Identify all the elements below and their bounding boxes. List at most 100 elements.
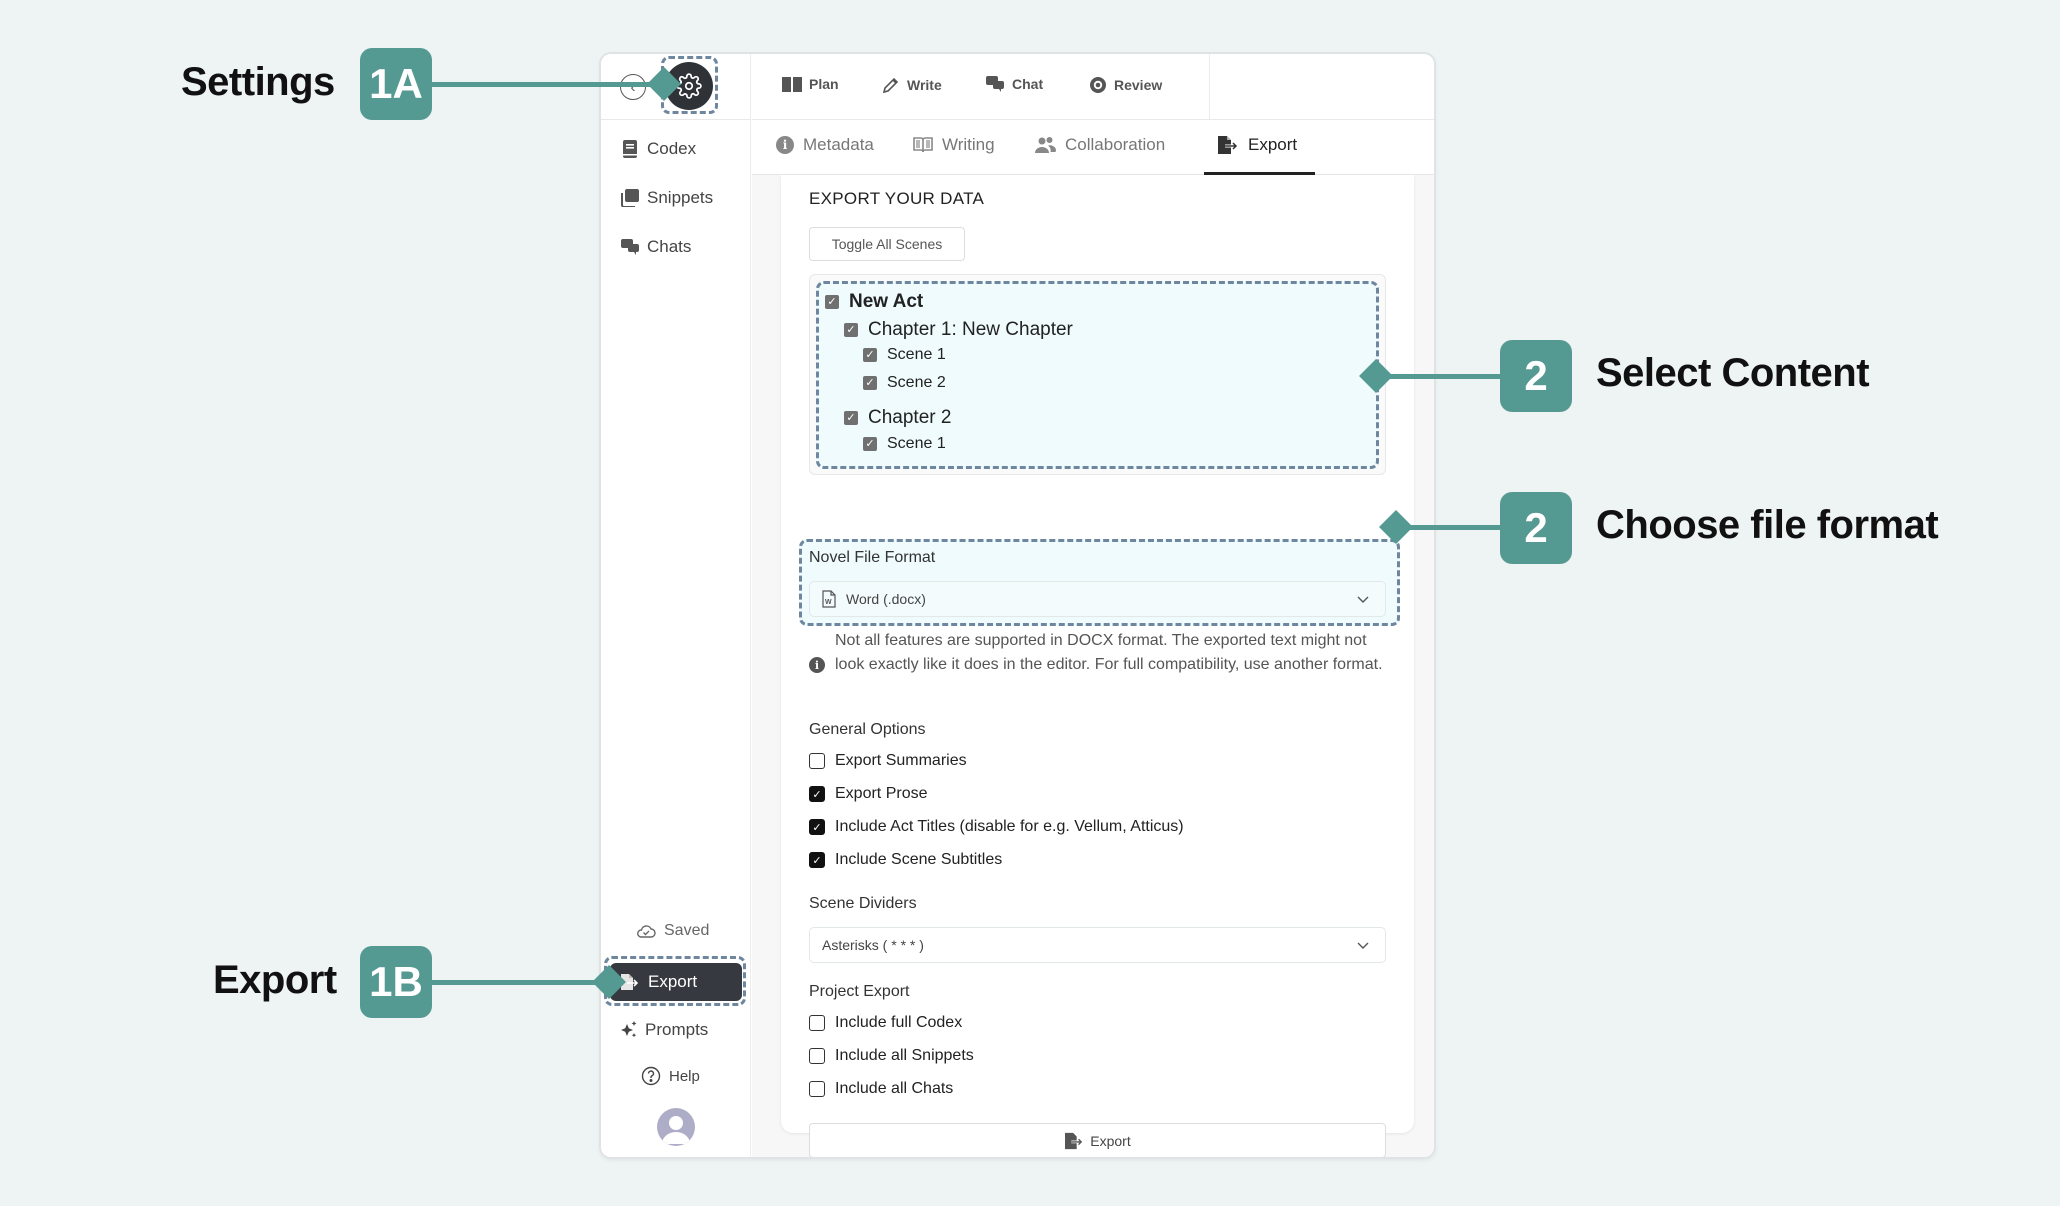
export-button[interactable]: Export — [809, 1123, 1386, 1157]
prompts-label: Prompts — [645, 1020, 709, 1039]
tab-metadata[interactable]: i Metadata — [776, 135, 874, 155]
checkbox-checked[interactable]: ✓ — [809, 786, 825, 802]
tab-collaboration-label: Collaboration — [1065, 135, 1166, 154]
checkbox[interactable] — [809, 1081, 825, 1097]
option-include-all-chats[interactable]: Include all Chats — [809, 1080, 953, 1098]
option-label: Include all Snippets — [835, 1047, 974, 1064]
saved-status: Saved — [636, 922, 709, 940]
tab-export-label: Export — [1248, 135, 1298, 154]
option-include-full-codex[interactable]: Include full Codex — [809, 1014, 962, 1032]
sidebar-item-chats[interactable]: Chats — [621, 234, 691, 260]
eye-icon — [1090, 77, 1106, 93]
option-label: Include Act Titles (disable for e.g. Vel… — [835, 818, 1184, 835]
scene-dividers-label: Scene Dividers — [809, 895, 917, 912]
option-label: Include all Chats — [835, 1080, 954, 1097]
book-open-icon — [782, 77, 802, 92]
file-export-icon — [1218, 136, 1239, 154]
general-options-label: General Options — [809, 721, 926, 738]
scene-dividers-value: Asterisks ( * * * ) — [822, 937, 924, 953]
chat-bubbles-icon — [986, 76, 1004, 92]
annotation-badge-1a: 1A — [360, 48, 432, 120]
tab-export[interactable]: Export — [1217, 135, 1297, 155]
nav-chat[interactable]: Chat — [985, 76, 1043, 92]
checkbox-checked-icon[interactable]: ✓ — [844, 323, 858, 337]
file-format-select[interactable]: W Word (.docx) — [809, 581, 1386, 617]
sidebar-item-label: Chats — [647, 237, 692, 256]
scene-dividers-select[interactable]: Asterisks ( * * * ) — [809, 927, 1386, 963]
tree-item-scene[interactable]: ✓ Scene 1 — [863, 435, 946, 453]
checkbox[interactable] — [809, 1015, 825, 1031]
option-include-act-titles[interactable]: ✓ Include Act Titles (disable for e.g. V… — [809, 818, 1184, 836]
annotation-export-label: Export — [213, 958, 337, 1002]
option-export-summaries[interactable]: Export Summaries — [809, 752, 967, 770]
svg-text:W: W — [825, 599, 832, 606]
sparkles-icon — [621, 1021, 637, 1038]
nav-review[interactable]: Review — [1089, 76, 1162, 94]
annotation-badge-1b: 1B — [360, 946, 432, 1018]
snippets-icon — [621, 189, 639, 207]
option-label: Include Scene Subtitles — [835, 851, 1003, 868]
sidebar-help-button[interactable]: Help — [641, 1066, 700, 1086]
settings-tabs: i Metadata Writing Collaboration Export — [752, 120, 1434, 175]
toggle-all-scenes-button[interactable]: Toggle All Scenes — [809, 227, 965, 261]
option-include-all-snippets[interactable]: Include all Snippets — [809, 1047, 974, 1065]
checkbox[interactable] — [809, 753, 825, 769]
checkbox-checked-icon[interactable]: ✓ — [844, 411, 858, 425]
format-note: Not all features are supported in DOCX f… — [835, 632, 1383, 673]
annotation-connector — [1396, 525, 1500, 530]
book-open-icon — [913, 137, 933, 153]
top-navigation: Plan Write Chat Review — [752, 54, 1434, 120]
cloud-check-icon — [637, 925, 656, 938]
annotation-badge-2-format: 2 — [1500, 492, 1572, 564]
checkbox-checked[interactable]: ✓ — [809, 852, 825, 868]
nav-chat-label: Chat — [1012, 76, 1044, 92]
nav-plan-label: Plan — [809, 76, 839, 92]
tree-item-act[interactable]: ✓ New Act — [825, 291, 923, 313]
tree-item-label: New Act — [849, 291, 924, 312]
checkbox-checked-icon[interactable]: ✓ — [825, 295, 839, 309]
nav-review-label: Review — [1114, 77, 1163, 93]
help-circle-icon — [641, 1066, 661, 1086]
checkbox-checked-icon[interactable]: ✓ — [863, 376, 877, 390]
chat-bubbles-icon — [621, 238, 639, 256]
back-button[interactable]: ‹ — [620, 74, 646, 100]
file-format-label: Novel File Format — [809, 549, 936, 566]
saved-label: Saved — [664, 922, 710, 939]
checkbox-checked[interactable]: ✓ — [809, 819, 825, 835]
tree-item-label: Scene 1 — [887, 435, 946, 452]
sidebar-item-snippets[interactable]: Snippets — [621, 185, 713, 211]
annotation-connector — [432, 980, 607, 985]
checkbox-checked-icon[interactable]: ✓ — [863, 437, 877, 451]
tree-item-scene[interactable]: ✓ Scene 1 — [863, 346, 946, 364]
tree-item-chapter[interactable]: ✓ Chapter 2 — [844, 407, 951, 429]
tree-item-label: Scene 2 — [887, 374, 946, 391]
tree-item-chapter[interactable]: ✓ Chapter 1: New Chapter — [844, 319, 1073, 341]
tab-writing[interactable]: Writing — [913, 135, 995, 155]
option-include-scene-subtitles[interactable]: ✓ Include Scene Subtitles — [809, 851, 1002, 869]
tab-collaboration[interactable]: Collaboration — [1034, 135, 1165, 155]
checkbox-checked-icon[interactable]: ✓ — [863, 348, 877, 362]
sidebar-item-codex[interactable]: Codex — [621, 136, 696, 162]
annotation-connector — [432, 82, 662, 87]
sidebar-prompts-button[interactable]: Prompts — [619, 1020, 708, 1040]
annotation-select-content-label: Select Content — [1596, 351, 1870, 395]
checkbox[interactable] — [809, 1048, 825, 1064]
chevron-down-icon — [1357, 942, 1369, 949]
annotation-settings-label: Settings — [181, 60, 335, 104]
user-avatar[interactable] — [657, 1108, 695, 1146]
export-button-label: Export — [1090, 1132, 1131, 1149]
project-export-label: Project Export — [809, 983, 910, 1000]
book-icon — [621, 140, 639, 158]
tree-item-scene[interactable]: ✓ Scene 2 — [863, 374, 946, 392]
nav-plan[interactable]: Plan — [782, 76, 839, 92]
file-export-icon — [1065, 1132, 1084, 1149]
sidebar-item-label: Snippets — [647, 188, 714, 207]
tree-item-label: Chapter 1: New Chapter — [868, 319, 1073, 340]
tree-item-label: Chapter 2 — [868, 407, 952, 428]
sidebar-item-label: Codex — [647, 139, 697, 158]
word-file-icon: W — [822, 590, 836, 608]
help-label: Help — [669, 1067, 700, 1085]
option-export-prose[interactable]: ✓ Export Prose — [809, 785, 927, 803]
nav-write[interactable]: Write — [882, 76, 942, 94]
pencil-icon — [882, 77, 899, 94]
